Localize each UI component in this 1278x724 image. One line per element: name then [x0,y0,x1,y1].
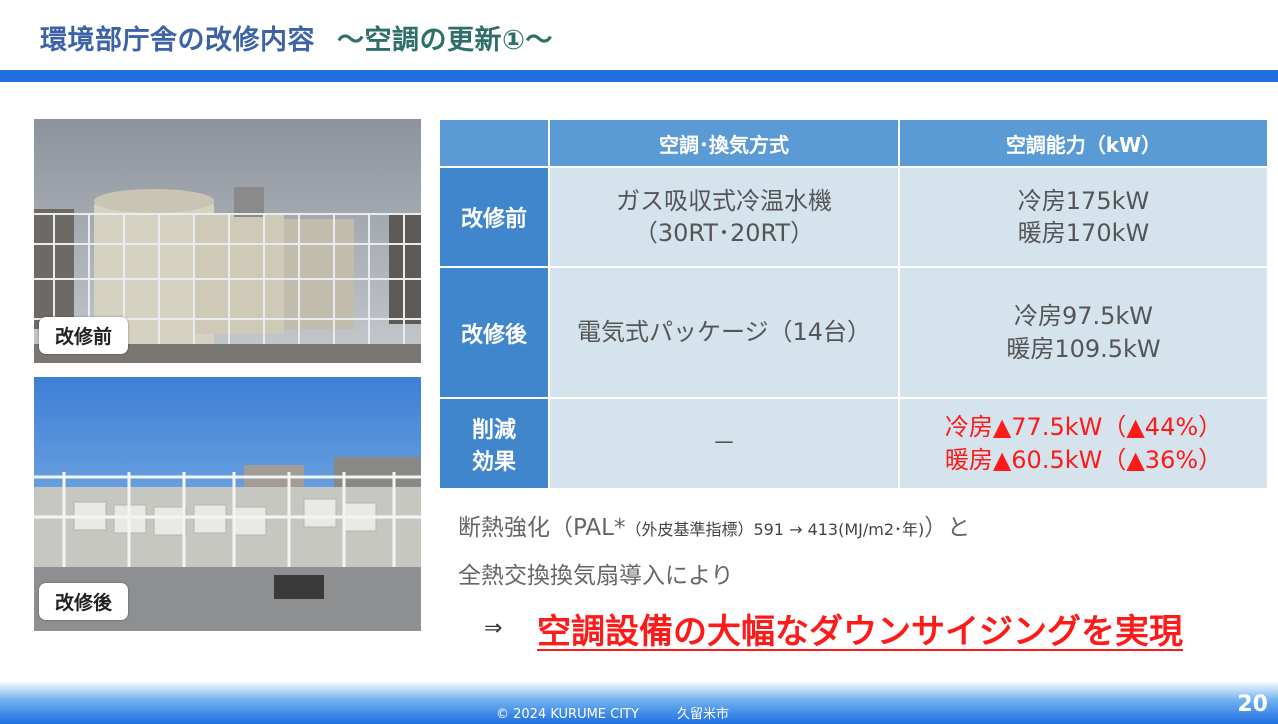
cell-capacity-reduction: 冷房▲77.5kW（▲44%） 暖房▲60.5kW（▲36%） [898,397,1269,490]
header-divider-bar [0,70,1278,82]
cell-text: 冷房97.5kW [1013,302,1154,331]
cell-text: 冷房175kW [1017,186,1150,215]
row-label-after: 改修後 [438,266,550,399]
note-insulation: 断熱強化（PAL*（外皮基準指標）591 → 413(MJ/m2･年)）と [458,508,970,542]
cell-text: 電気式パッケージ（14台） [576,318,872,347]
cell-text: ガス吸収式冷温水機 [616,186,832,215]
note-text: 断熱強化（PAL* [458,515,626,541]
footer-city: 久留米市 [676,707,729,722]
title-main: 環境部庁舎の改修内容 [40,25,315,56]
table-header-method: 空調･換気方式 [548,118,900,168]
footer-copyright: © 2024 KURUME CITY [496,707,639,722]
table-row: 削減 効果 － 冷房▲77.5kW（▲44%） 暖房▲60.5kW（▲36%） [438,397,1269,490]
cell-text: 暖房109.5kW [1006,334,1161,363]
cell-text: － [712,429,736,458]
table-row: 改修後 電気式パッケージ（14台） 冷房97.5kW 暖房109.5kW [438,266,1269,399]
cell-text: 削減 [471,417,516,443]
cell-capacity-before: 冷房175kW 暖房170kW [898,166,1269,268]
cell-text: 暖房▲60.5kW（▲36%） [944,445,1223,474]
page-number: 20 [1237,692,1268,717]
table-row: 改修前 ガス吸収式冷温水機 （30RT･20RT） 冷房175kW 暖房170k… [438,166,1269,268]
cell-text: 冷房▲77.5kW（▲44%） [944,413,1223,442]
arrow-icon: ⇒ [484,616,503,641]
footer-text: © 2024 KURUME CITY 久留米市 [496,703,729,722]
note-ventilation: 全熱交換換気扇導入により [458,563,734,589]
cell-text: （30RT･20RT） [633,219,815,247]
photo-after: 改修後 [34,377,421,631]
page-title: 環境部庁舎の改修内容 ～空調の更新①～ [40,18,553,57]
title-subtitle: ～空調の更新①～ [337,25,553,56]
cell-method-reduction: － [548,397,900,490]
cell-text: 効果 [471,449,516,475]
photo-after-label: 改修後 [39,583,129,620]
photo-before: 改修前 [34,119,421,363]
table-header-capacity: 空調能力（kW） [898,118,1269,168]
cell-text: 暖房170kW [1017,219,1150,247]
photo-before-label: 改修前 [39,317,129,354]
note-text: ）と [924,515,971,541]
row-label-before: 改修前 [438,166,550,268]
table-header-corner [438,118,550,168]
conclusion-text: 空調設備の大幅なダウンサイジングを実現 [537,612,1183,652]
row-label-reduction: 削減 効果 [438,397,550,490]
note-text-small: （外皮基準指標）591 → 413(MJ/m2･年) [625,520,925,539]
cell-method-before: ガス吸収式冷温水機 （30RT･20RT） [548,166,900,268]
comparison-table: 空調･換気方式 空調能力（kW） 改修前 ガス吸収式冷温水機 （30RT･20R… [438,118,1269,490]
table-header-row: 空調･換気方式 空調能力（kW） [438,118,1269,168]
cell-capacity-after: 冷房97.5kW 暖房109.5kW [898,266,1269,399]
cell-method-after: 電気式パッケージ（14台） [548,266,900,399]
